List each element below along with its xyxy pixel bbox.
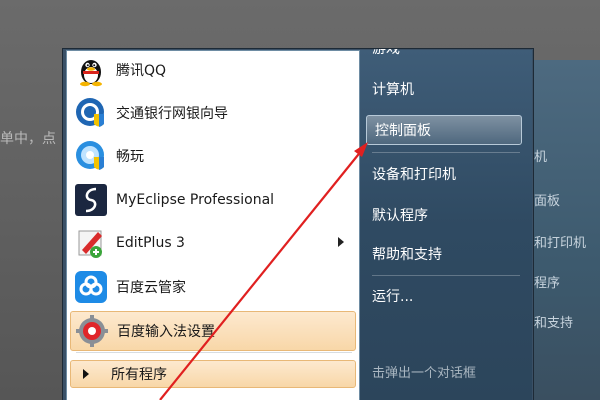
program-label: EditPlus 3 [116,235,185,251]
right-item-control-panel[interactable]: 控制面板 [366,115,522,145]
background-item: 和支持 [534,316,574,331]
chevron-right-icon [83,369,89,379]
program-label: 交通银行网银向导 [116,106,228,122]
background-item: 机 [534,150,548,165]
program-item-qq[interactable]: 腾讯QQ [70,50,356,90]
right-separator [372,152,520,153]
places-pane [360,50,532,400]
right-item-help-support[interactable]: 帮助和支持 [372,244,442,264]
program-item-baidu-input[interactable]: 百度输入法设置 [70,311,356,351]
baidu-cloud-icon [74,270,108,304]
program-label: 腾讯QQ [116,63,167,79]
editplus-icon [74,226,108,260]
submenu-arrow-icon [338,237,344,247]
background-window [530,60,600,400]
background-item: 和打印机 [534,236,587,251]
myeclipse-icon [74,183,108,217]
right-item-run[interactable]: 运行... [372,286,413,306]
background-text: 击弹出一个对话框 [372,366,477,381]
program-item-baidu-cloud[interactable]: 百度云管家 [70,267,356,307]
program-label: 畅玩 [116,149,144,165]
program-label: 百度云管家 [116,280,186,296]
game-disc-icon [74,139,108,173]
all-programs-label: 所有程序 [111,367,167,383]
right-item-devices-printers[interactable]: 设备和打印机 [372,164,456,184]
right-item-default-programs[interactable]: 默认程序 [372,205,428,225]
right-item-computer[interactable]: 计算机 [372,79,414,99]
background-item: 程序 [534,276,561,291]
settings-gear-icon [75,314,109,348]
bank-shield-icon [74,96,108,130]
right-separator [372,275,520,276]
qq-penguin-icon [74,53,108,87]
background-text: 单中，点 [0,131,56,147]
program-item-editplus[interactable]: EditPlus 3 [70,223,356,263]
program-item-myeclipse[interactable]: MyEclipse Professional [70,180,356,220]
program-label: MyEclipse Professional [116,192,275,208]
program-item-bank[interactable]: 交通银行网银向导 [70,93,356,133]
menu-separator [76,352,352,353]
program-label: 百度输入法设置 [117,324,215,340]
right-item-label: 控制面板 [375,123,431,139]
program-item-changwan[interactable]: 畅玩 [70,136,356,176]
all-programs-button[interactable]: 所有程序 [70,360,356,388]
background-item: 面板 [534,194,561,209]
